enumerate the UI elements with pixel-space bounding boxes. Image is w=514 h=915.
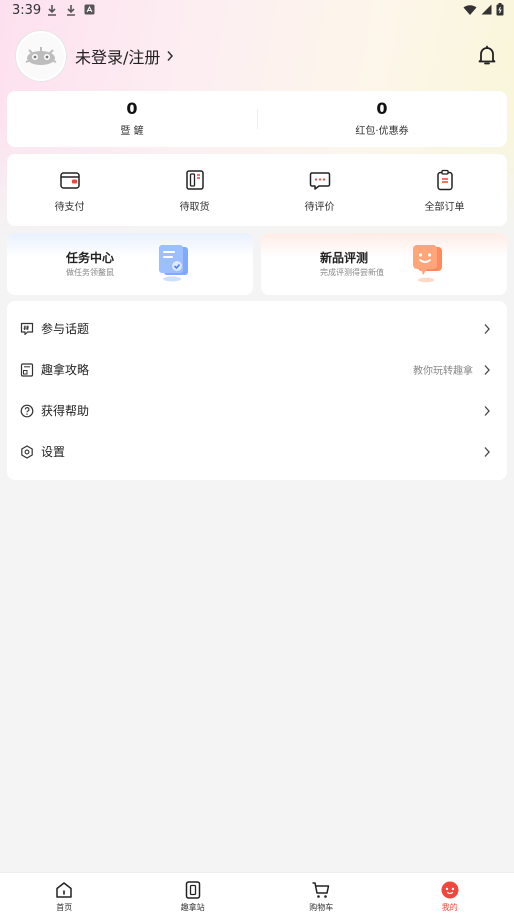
chevron-right-icon bbox=[484, 323, 490, 334]
stat-label: 暨 鏟 bbox=[120, 126, 144, 137]
locker-icon bbox=[185, 170, 204, 190]
status-indicators bbox=[463, 3, 504, 16]
chevron-right-icon bbox=[484, 364, 490, 375]
status-time: 3:39 bbox=[12, 3, 42, 18]
station-icon bbox=[185, 881, 200, 899]
notification-bell-icon[interactable] bbox=[476, 44, 498, 66]
menu-item-guide[interactable]: 趣拿攻略 教你玩转趣拿 bbox=[7, 349, 507, 390]
avatar[interactable] bbox=[16, 31, 66, 81]
tab-cart[interactable]: 购物车 bbox=[257, 873, 386, 915]
chevron-right-icon bbox=[484, 446, 490, 457]
stats-card: 0 暨 鏟 0 红包·优惠券 bbox=[7, 91, 507, 147]
tab-home[interactable]: 首页 bbox=[0, 873, 129, 915]
menu-list: 参与话题 趣拿攻略 教你玩转趣拿 获得帮助 设置 bbox=[7, 301, 507, 480]
tab-label: 我的 bbox=[441, 903, 458, 912]
stat-value: 0 bbox=[126, 99, 138, 118]
orders-card: 待支付 待取货 待评价 全部订单 bbox=[7, 154, 507, 226]
order-pending-review[interactable]: 待评价 bbox=[257, 154, 382, 226]
wallet-icon bbox=[59, 172, 80, 189]
bottom-tab-bar: 首页 趣拿站 购物车 我的 bbox=[0, 872, 514, 915]
stat-points[interactable]: 0 暨 鏟 bbox=[7, 91, 257, 147]
tab-label: 购物车 bbox=[309, 903, 334, 912]
order-label: 待支付 bbox=[54, 202, 85, 213]
login-register-label: 未登录/注册 bbox=[75, 48, 161, 67]
chevron-right-icon bbox=[484, 405, 490, 416]
order-label: 待取货 bbox=[179, 202, 210, 213]
guide-icon bbox=[20, 362, 34, 377]
tab-profile[interactable]: 我的 bbox=[386, 873, 514, 915]
menu-item-help[interactable]: 获得帮助 bbox=[7, 390, 507, 431]
menu-hint: 教你玩转趣拿 bbox=[413, 366, 473, 377]
stat-label: 红包·优惠券 bbox=[355, 126, 409, 137]
wifi-icon bbox=[463, 4, 477, 15]
order-pending-payment[interactable]: 待支付 bbox=[7, 154, 132, 226]
menu-label: 设置 bbox=[41, 445, 66, 459]
tab-label: 趣拿站 bbox=[180, 903, 205, 912]
order-label: 全部订单 bbox=[424, 202, 465, 213]
new-product-review-card[interactable]: 新品评测 完成评测得尝新值 bbox=[261, 233, 507, 295]
promo-subtitle: 完成评测得尝新值 bbox=[320, 268, 384, 277]
login-register-link[interactable]: 未登录/注册 bbox=[75, 44, 174, 68]
tab-station[interactable]: 趣拿站 bbox=[129, 873, 258, 915]
promo-title: 任务中心 bbox=[66, 251, 115, 265]
profile-header[interactable]: 未登录/注册 bbox=[16, 31, 174, 81]
cart-icon bbox=[312, 882, 330, 898]
promo-title: 新品评测 bbox=[320, 251, 369, 265]
menu-label: 参与话题 bbox=[41, 322, 90, 336]
stat-value: 0 bbox=[376, 99, 388, 118]
chevron-right-icon bbox=[167, 51, 174, 61]
tab-label: 首页 bbox=[56, 903, 73, 912]
order-all[interactable]: 全部订单 bbox=[382, 154, 507, 226]
stat-coupons[interactable]: 0 红包·优惠券 bbox=[257, 91, 507, 147]
app-notification-icon bbox=[84, 4, 95, 15]
help-icon bbox=[20, 404, 34, 417]
order-label: 待评价 bbox=[304, 202, 335, 213]
clipboard-icon bbox=[436, 169, 453, 191]
menu-item-topics[interactable]: 参与话题 bbox=[7, 308, 507, 349]
menu-label: 趣拿攻略 bbox=[41, 363, 90, 377]
task-3d-icon bbox=[159, 245, 188, 282]
topic-icon bbox=[20, 322, 34, 335]
download-icon bbox=[48, 5, 56, 16]
signal-icon bbox=[481, 4, 492, 15]
status-bar: 3:39 bbox=[0, 0, 514, 22]
download-icon bbox=[67, 5, 75, 16]
mascot-avatar-icon bbox=[25, 47, 57, 65]
order-pending-pickup[interactable]: 待取货 bbox=[132, 154, 257, 226]
home-icon bbox=[56, 882, 72, 898]
settings-icon bbox=[21, 444, 33, 459]
menu-label: 获得帮助 bbox=[41, 404, 90, 418]
smile-3d-icon bbox=[413, 245, 442, 283]
profile-face-icon bbox=[441, 881, 459, 899]
menu-item-settings[interactable]: 设置 bbox=[7, 431, 507, 472]
comment-icon bbox=[309, 172, 330, 190]
divider bbox=[257, 109, 258, 129]
promo-subtitle: 做任务领鳌鼠 bbox=[66, 268, 114, 277]
battery-icon bbox=[496, 3, 504, 16]
task-center-card[interactable]: 任务中心 做任务领鳌鼠 bbox=[7, 233, 253, 295]
